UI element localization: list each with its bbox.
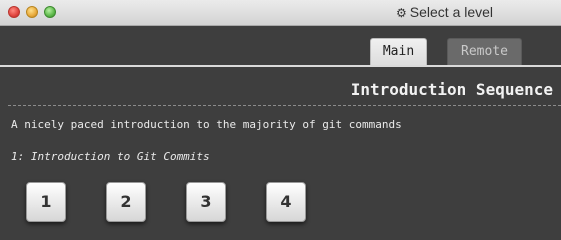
tab-remote[interactable]: Remote bbox=[447, 38, 522, 66]
gear-icon: ⚙ bbox=[396, 6, 407, 20]
close-window-button[interactable] bbox=[8, 6, 20, 18]
tab-main[interactable]: Main bbox=[370, 38, 427, 66]
tab-bar-divider bbox=[0, 65, 561, 67]
level-button-2[interactable]: 2 bbox=[106, 182, 146, 222]
sequence-about: A nicely paced introduction to the major… bbox=[11, 118, 402, 131]
dashed-divider bbox=[8, 105, 561, 106]
zoom-window-button[interactable] bbox=[44, 6, 56, 18]
level-select-window: ⚙ Select a level Main Remote Introduction… bbox=[0, 0, 561, 240]
window-title: ⚙ Select a level bbox=[396, 4, 493, 20]
title-bar: ⚙ Select a level bbox=[0, 0, 561, 26]
level-button-4[interactable]: 4 bbox=[266, 182, 306, 222]
level-button-1[interactable]: 1 bbox=[26, 182, 66, 222]
window-title-text: Select a level bbox=[409, 4, 494, 20]
selected-level-name: 1: Introduction to Git Commits bbox=[11, 150, 210, 163]
minimize-window-button[interactable] bbox=[26, 6, 38, 18]
level-button-3[interactable]: 3 bbox=[186, 182, 226, 222]
sequence-title: Introduction Sequence bbox=[350, 80, 553, 99]
